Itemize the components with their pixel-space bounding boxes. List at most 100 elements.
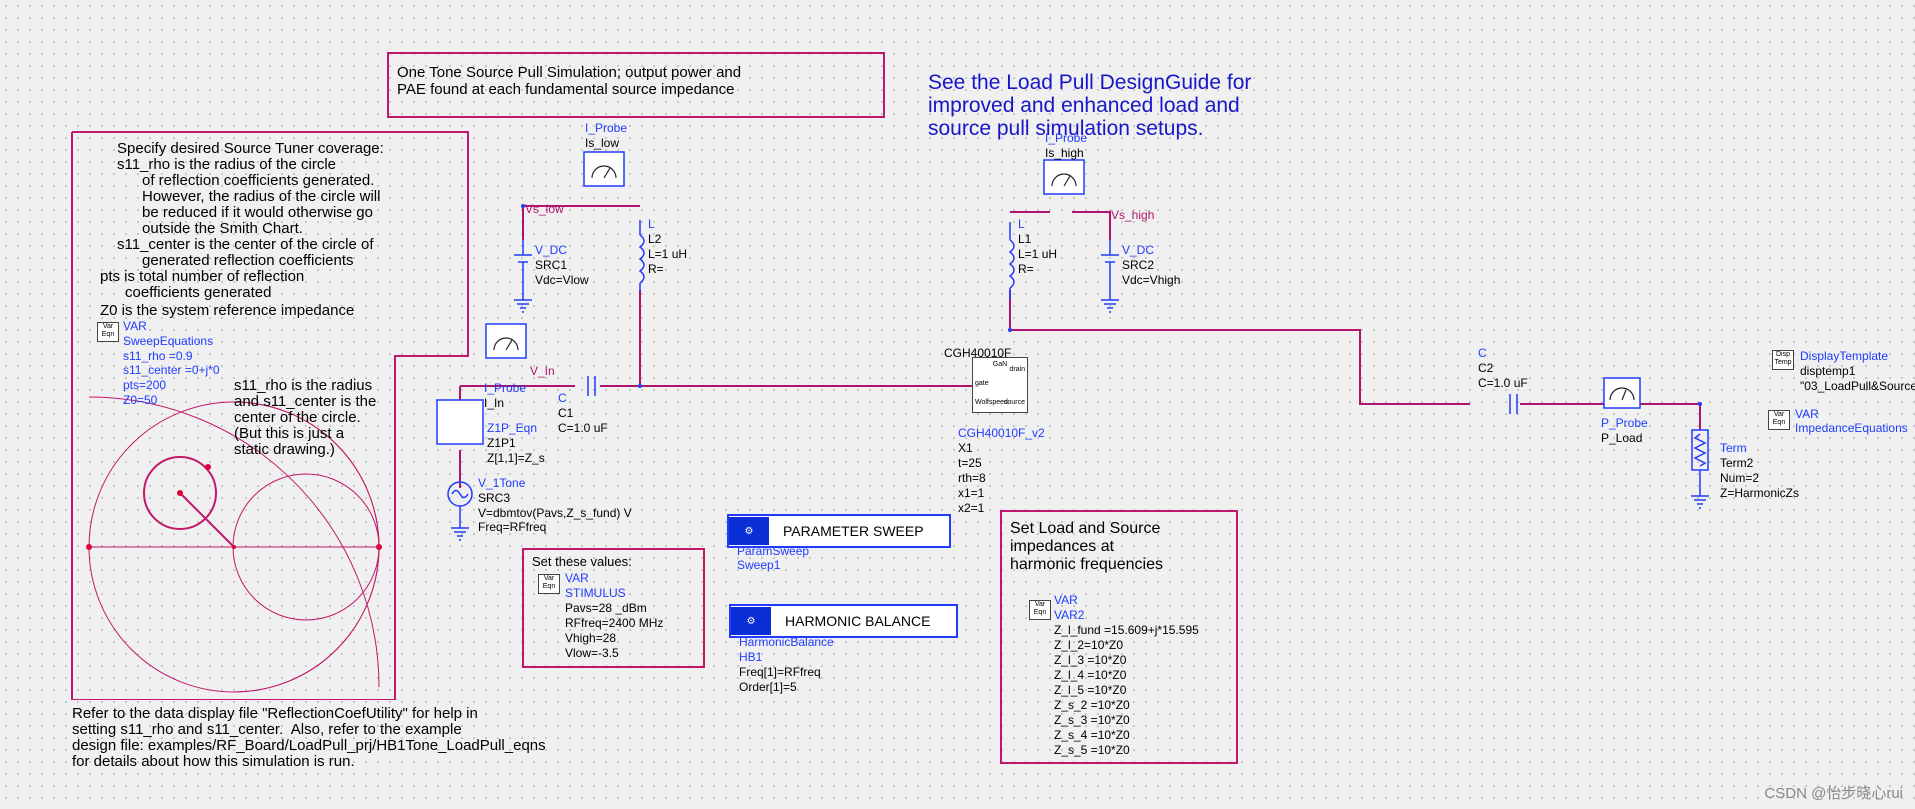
term2-type: Term — [1720, 441, 1747, 455]
l1-type: L — [1018, 217, 1025, 231]
parameter-sweep-controller[interactable]: ⚙ PARAMETER SWEEP — [727, 514, 951, 548]
ground-src2 — [1101, 299, 1119, 313]
designguide-note-line-1: See the Load Pull DesignGuide for — [928, 71, 1252, 94]
impedance-eq-icon[interactable]: Var Eqn — [1768, 410, 1790, 430]
schematic-canvas[interactable]: One Tone Source Pull Simulation; output … — [0, 0, 1915, 809]
var-sweep-param-3: Z0=50 — [123, 393, 158, 407]
var2-param-4: Z_l_5 =10*Z0 — [1054, 683, 1127, 697]
z1p-type: Z1P_Eqn — [487, 421, 538, 435]
harmonic-title-2: harmonic frequencies — [1010, 556, 1163, 573]
tuner-line-4: be reduced if it would otherwise go — [117, 204, 373, 221]
term2-name[interactable]: Term2 — [1720, 457, 1753, 470]
tuner-line-3: However, the radius of the circle will — [117, 188, 381, 205]
c1-type: C — [558, 391, 567, 405]
probe-p-load-symbol — [1603, 377, 1641, 409]
tuner-line-6: s11_center is the center of the circle o… — [117, 236, 374, 253]
src2-name[interactable]: SRC2 — [1122, 259, 1154, 272]
src1-name[interactable]: SRC1 — [535, 259, 567, 272]
var-sweep-icon[interactable]: Var Eqn — [97, 322, 119, 342]
transistor-param-rth: rth=8 — [958, 471, 986, 485]
transistor-symbol[interactable]: GaN gate drain source Wolfspeed — [972, 357, 1028, 413]
hb-param-order: Order[1]=5 — [739, 680, 797, 694]
src3-type: V_1Tone — [478, 476, 526, 490]
harmonic-balance-controller[interactable]: ⚙ HARMONIC BALANCE — [729, 604, 958, 638]
bottom-note-0: Refer to the data display file "Reflecti… — [72, 705, 478, 722]
tuner-line-5: outside the Smith Chart. — [117, 220, 303, 237]
z1p-name[interactable]: Z1P1 — [487, 437, 516, 450]
circle-note-2: center of the circle. — [234, 409, 361, 426]
circle-note-4: static drawing.) — [234, 441, 335, 458]
stimulus-param-vhigh: Vhigh=28 — [565, 631, 617, 645]
harmonic-title-1: impedances at — [1010, 538, 1115, 555]
var2-param-3: Z_l_4 =10*Z0 — [1054, 668, 1127, 682]
title-line-2: PAE found at each fundamental source imp… — [397, 81, 735, 98]
term2-param-num: Num=2 — [1720, 471, 1760, 485]
title-line-1: One Tone Source Pull Simulation; output … — [397, 64, 742, 81]
var-sweep-param-2: pts=200 — [123, 378, 167, 392]
param-sweep-type: ParamSweep — [737, 544, 810, 558]
chip-pin-gate: gate — [975, 380, 989, 387]
impedance-eq-name[interactable]: ImpedanceEquations — [1795, 422, 1908, 435]
stimulus-var-name: STIMULUS — [565, 586, 626, 600]
var2-name: VAR2 — [1054, 608, 1085, 622]
tuner-line-8: pts is total number of reflection — [100, 268, 305, 285]
ground-term2 — [1691, 495, 1709, 509]
bottom-note-2: design file: examples/RF_Board/LoadPull_… — [72, 737, 546, 754]
display-template-name[interactable]: disptemp1 — [1800, 365, 1855, 378]
c2-name[interactable]: C2 — [1478, 362, 1493, 375]
circle-note-3: (But this is just a — [234, 425, 345, 442]
title-annotation-box: One Tone Source Pull Simulation; output … — [387, 52, 885, 118]
harmonic-balance-label: HARMONIC BALANCE — [785, 613, 931, 629]
src3-name[interactable]: SRC3 — [478, 492, 510, 505]
circle-note-1: and s11_center is the — [234, 393, 377, 410]
watermark: CSDN @怡步晓心rui — [1764, 785, 1903, 802]
stimulus-title: Set these values: — [532, 554, 632, 569]
net-label-vs-high[interactable]: Vs_high — [1111, 207, 1154, 223]
transistor-name[interactable]: X1 — [958, 442, 973, 455]
chip-pin-drain: drain — [1009, 366, 1025, 373]
stimulus-param-pavs: Pavs=28 _dBm — [565, 601, 647, 615]
probe-is-low-name[interactable]: Is_low — [585, 137, 619, 150]
var2-param-8: Z_s_5 =10*Z0 — [1054, 743, 1130, 757]
c2-param: C=1.0 uF — [1478, 376, 1528, 390]
var2-icon[interactable]: Var Eqn — [1029, 600, 1051, 620]
term2-param-z: Z=HarmonicZs — [1720, 486, 1800, 500]
c1-name[interactable]: C1 — [558, 407, 573, 420]
transistor-param-x1: x1=1 — [958, 486, 985, 500]
var2-type: VAR — [1054, 593, 1078, 607]
display-template-icon[interactable]: Disp Temp — [1772, 350, 1794, 370]
net-label-v-in[interactable]: V_In — [530, 363, 555, 379]
chip-vendor: Wolfspeed — [975, 399, 1008, 406]
inductor-l2 — [638, 234, 645, 284]
harmonic-annotation-box: Set Load and Source impedances at harmon… — [1000, 510, 1238, 764]
l1-param-l: L=1 uH — [1018, 247, 1058, 261]
p-probe-type: P_Probe — [1601, 416, 1648, 430]
harmonic-title-0: Set Load and Source — [1010, 520, 1161, 537]
var-stimulus-icon[interactable]: Var Eqn — [538, 574, 560, 594]
src1-param: Vdc=Vlow — [535, 273, 589, 287]
bottom-note-3: for details about how this simulation is… — [72, 753, 355, 770]
param-sweep-name[interactable]: Sweep1 — [737, 559, 780, 572]
z1p-param: Z[1,1]=Z_s — [487, 451, 545, 465]
hb-name[interactable]: HB1 — [739, 651, 762, 664]
wire-vs-high — [1072, 211, 1111, 240]
src2-type: V_DC — [1122, 243, 1155, 257]
probe-i-in-name[interactable]: I_In — [484, 397, 504, 410]
net-label-vs-low[interactable]: Vs_low — [525, 201, 564, 217]
l2-name[interactable]: L2 — [648, 233, 661, 246]
var2-param-0: Z_l_fund =15.609+j*15.595 — [1054, 623, 1199, 637]
harmonic-balance-icon: ⚙ — [731, 607, 771, 635]
probe-is-high-name[interactable]: Is_high — [1045, 147, 1084, 160]
probe-is-low-type: I_Probe — [585, 121, 628, 135]
p-probe-name[interactable]: P_Load — [1601, 432, 1642, 445]
tuner-line-2: of reflection coefficients generated. — [117, 172, 375, 189]
var2-param-6: Z_s_3 =10*Z0 — [1054, 713, 1130, 727]
var2-param-7: Z_s_4 =10*Z0 — [1054, 728, 1130, 742]
probe-i-in-type: I_Probe — [484, 381, 527, 395]
wire-drain-out — [1010, 329, 1470, 405]
var2-param-2: Z_l_3 =10*Z0 — [1054, 653, 1127, 667]
l1-name[interactable]: L1 — [1018, 233, 1031, 246]
stimulus-var-type: VAR — [565, 571, 589, 585]
stimulus-param-rffreq: RFfreq=2400 MHz — [565, 616, 664, 630]
src2-param: Vdc=Vhigh — [1122, 273, 1181, 287]
